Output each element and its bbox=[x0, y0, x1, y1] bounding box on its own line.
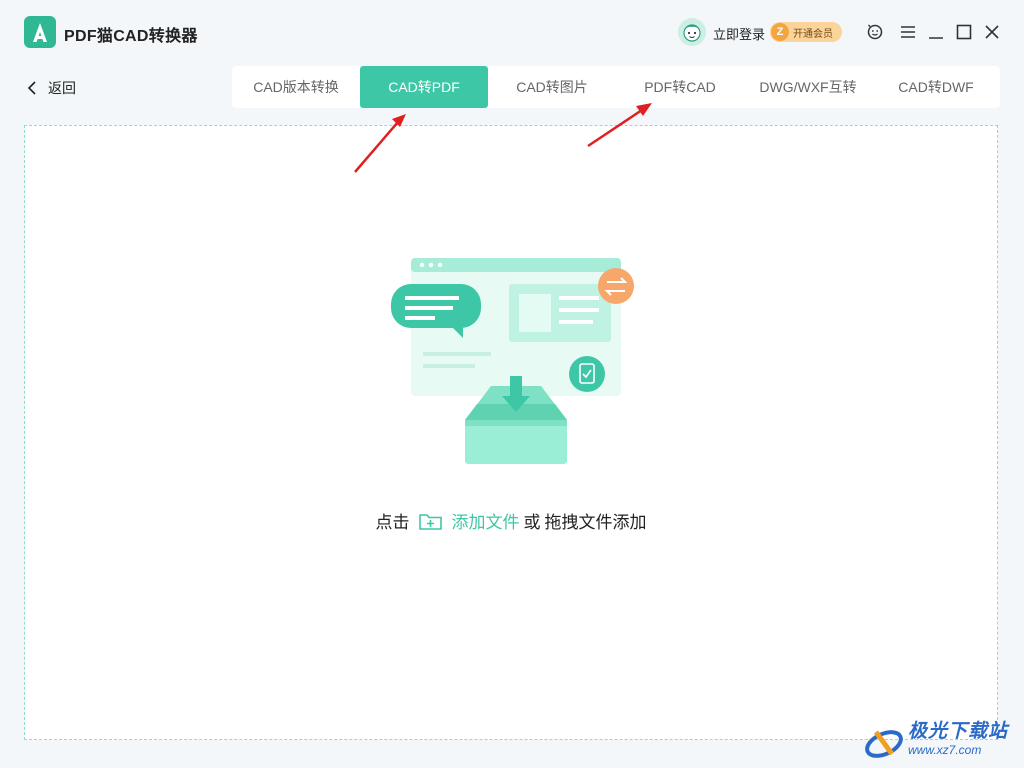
tab-pdf-to-cad[interactable]: PDF转CAD bbox=[616, 66, 744, 108]
login-link[interactable]: 立即登录 bbox=[713, 24, 765, 43]
vip-label: 开通会员 bbox=[793, 28, 833, 40]
app-logo-icon bbox=[24, 16, 56, 48]
back-button[interactable]: 返回 bbox=[26, 78, 76, 98]
vip-badge-button[interactable]: Z 开通会员 bbox=[770, 22, 842, 42]
feedback-icon[interactable] bbox=[865, 22, 885, 42]
title-bar: PDF猫CAD转换器 立即登录 Z 开通会员 bbox=[0, 0, 1024, 62]
tab-cad-version[interactable]: CAD版本转换 bbox=[232, 66, 360, 108]
close-icon[interactable] bbox=[982, 22, 1002, 42]
vip-crown-icon: Z bbox=[771, 23, 789, 41]
user-avatar-icon[interactable] bbox=[678, 18, 706, 46]
folder-add-icon bbox=[418, 513, 442, 530]
menu-icon[interactable] bbox=[898, 22, 918, 42]
app-title: PDF猫CAD转换器 bbox=[64, 28, 198, 45]
maximize-icon[interactable] bbox=[954, 22, 974, 42]
tab-dwg-dxf[interactable]: DWG/WXF互转 bbox=[744, 66, 872, 108]
add-file-button[interactable]: 添加文件 bbox=[418, 508, 520, 533]
tab-cad-to-dwf[interactable]: CAD转DWF bbox=[872, 66, 1000, 108]
watermark-logo-icon bbox=[865, 730, 903, 758]
watermark: 极光下载站 www.xz7.com bbox=[862, 716, 1022, 766]
chevron-left-icon bbox=[27, 81, 36, 95]
tab-cad-to-pdf[interactable]: CAD转PDF bbox=[360, 66, 488, 108]
drop-hint: 点击 添加文件 或 拖拽文件添加 bbox=[25, 508, 997, 533]
back-label: 返回 bbox=[48, 80, 76, 96]
file-drop-zone[interactable]: 点击 添加文件 或 拖拽文件添加 bbox=[24, 125, 998, 740]
tab-cad-to-image[interactable]: CAD转图片 bbox=[488, 66, 616, 108]
conversion-tabs: CAD版本转换 CAD转PDF CAD转图片 PDF转CAD DWG/WXF互转… bbox=[232, 66, 1000, 108]
minimize-icon[interactable] bbox=[926, 22, 946, 42]
upload-illustration bbox=[391, 258, 634, 464]
